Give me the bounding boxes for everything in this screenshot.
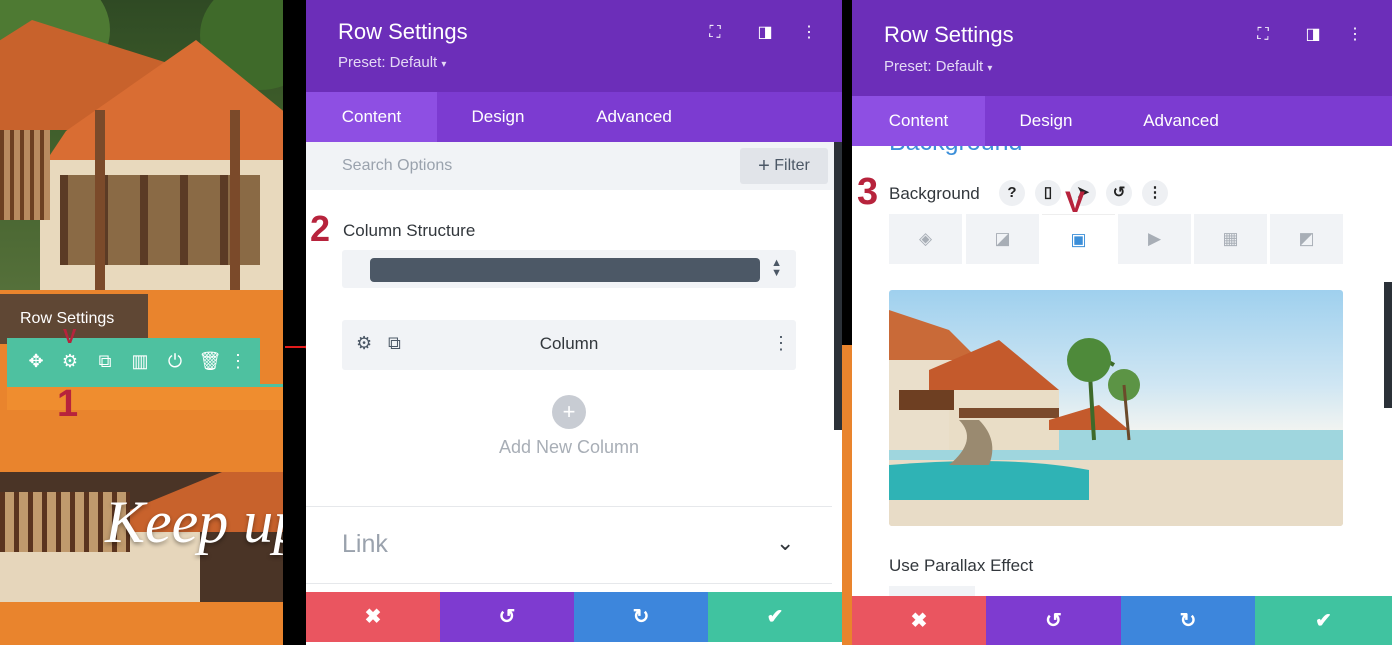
- cancel-button[interactable]: ✖: [852, 596, 986, 645]
- filter-button[interactable]: + Filter: [740, 148, 828, 184]
- reset-icon[interactable]: ↺: [1106, 180, 1132, 206]
- more-options-icon[interactable]: ⋮: [772, 333, 790, 354]
- video-icon[interactable]: ▶: [1118, 214, 1191, 264]
- annotation-step-1: 1: [57, 383, 79, 425]
- preset-selector[interactable]: Preset: Default ▾: [884, 58, 992, 75]
- modal-header: Row Settings Preset: Default ▾ ⛶ ◨ ⋮: [852, 0, 1392, 96]
- move-icon[interactable]: ✥: [23, 348, 49, 374]
- modal-header: Row Settings Preset: Default ▾ ⛶ ◨ ⋮: [306, 0, 842, 92]
- more-icon[interactable]: ⋮: [225, 348, 251, 374]
- select-arrows-icon: ▲ ▼: [771, 257, 782, 279]
- scrollbar[interactable]: [834, 142, 842, 430]
- page-preview: Row Settings ✥ ⚙ ⧉ ▥ ⏻ 🗑 ⋮ V 1 Keep up: [0, 0, 283, 645]
- color-icon[interactable]: ◈: [889, 214, 962, 264]
- annotation-step-3: 3: [857, 171, 879, 213]
- tab-advanced[interactable]: Advanced: [1107, 96, 1255, 146]
- column-structure-label: Column Structure: [343, 221, 476, 240]
- background-type-tabs: ◈ ◪ ▣ ▶ ▦ ◩: [889, 214, 1343, 264]
- chevron-down-icon[interactable]: ⌄: [776, 530, 794, 556]
- more-options-icon[interactable]: ⋮: [1344, 24, 1366, 46]
- tab-design[interactable]: Design: [437, 92, 559, 142]
- pattern-icon[interactable]: ▦: [1194, 214, 1267, 264]
- save-button[interactable]: ✔: [708, 592, 842, 642]
- link-section-title[interactable]: Link: [342, 530, 388, 559]
- modal-title: Row Settings: [884, 22, 1014, 47]
- more-options-icon[interactable]: ⋮: [798, 22, 820, 44]
- undo-button[interactable]: ↺: [986, 596, 1121, 645]
- column-structure-select[interactable]: ▲ ▼: [342, 250, 796, 288]
- tab-content[interactable]: Content: [852, 96, 985, 146]
- more-options-icon[interactable]: ⋮: [1142, 180, 1168, 206]
- mobile-icon[interactable]: ▯: [1035, 180, 1061, 206]
- split-view-icon[interactable]: ◨: [754, 22, 776, 44]
- columns-icon[interactable]: ▥: [127, 348, 153, 374]
- tab-design[interactable]: Design: [985, 96, 1107, 146]
- save-button[interactable]: ✔: [1255, 596, 1392, 645]
- search-bar: Search Options + Filter: [306, 142, 842, 190]
- column-label: Column: [539, 334, 599, 353]
- background-label: Background: [889, 184, 980, 203]
- modal-tabs: Content Design Advanced: [306, 92, 842, 142]
- row-toolbar: ✥ ⚙ ⧉ ▥ ⏻ 🗑 ⋮: [7, 338, 260, 384]
- mask-icon[interactable]: ◩: [1270, 214, 1343, 264]
- header-photo: [0, 0, 283, 290]
- modal-footer: ✖ ↺ ↻ ✔: [852, 596, 1392, 645]
- background-section-title[interactable]: Background: [889, 146, 1022, 156]
- redo-button[interactable]: ↻: [574, 592, 708, 642]
- modal-tabs: Content Design Advanced: [852, 96, 1392, 146]
- resort-image: [889, 310, 1343, 526]
- modal-title: Row Settings: [338, 19, 468, 44]
- image-icon[interactable]: ▣: [1042, 214, 1115, 264]
- fullscreen-icon[interactable]: ⛶: [1252, 24, 1274, 46]
- parallax-label: Use Parallax Effect: [889, 556, 1034, 575]
- fullscreen-icon[interactable]: ⛶: [704, 22, 726, 44]
- background-image-preview[interactable]: [889, 290, 1343, 526]
- add-column-button[interactable]: +: [552, 395, 586, 429]
- redo-button[interactable]: ↻: [1121, 596, 1255, 645]
- tab-advanced[interactable]: Advanced: [559, 92, 709, 142]
- trash-icon[interactable]: 🗑: [197, 348, 223, 374]
- search-input[interactable]: Search Options: [342, 157, 452, 175]
- hero-heading: Keep up: [105, 489, 283, 555]
- row-settings-modal-background: Row Settings Preset: Default ▾ ⛶ ◨ ⋮ Con…: [852, 0, 1392, 645]
- add-column-label[interactable]: Add New Column: [306, 437, 832, 458]
- tab-content[interactable]: Content: [306, 92, 437, 142]
- power-icon[interactable]: ⏻: [162, 348, 188, 374]
- modal-footer: ✖ ↺ ↻ ✔: [306, 592, 842, 642]
- column-item[interactable]: ⚙ ⧉ Column ⋮: [342, 320, 796, 370]
- scrollbar[interactable]: [1384, 282, 1392, 408]
- annotation-step-2: 2: [310, 208, 331, 249]
- gear-icon[interactable]: ⚙: [57, 348, 83, 374]
- row-outline: [7, 384, 283, 410]
- duplicate-icon[interactable]: ⧉: [92, 348, 118, 374]
- gradient-icon[interactable]: ◪: [966, 214, 1039, 264]
- help-icon[interactable]: ?: [999, 180, 1025, 206]
- preset-selector[interactable]: Preset: Default ▾: [338, 54, 446, 71]
- undo-button[interactable]: ↺: [440, 592, 574, 642]
- cancel-button[interactable]: ✖: [306, 592, 440, 642]
- split-view-icon[interactable]: ◨: [1302, 24, 1324, 46]
- row-settings-modal-structure: Row Settings Preset: Default ▾ ⛶ ◨ ⋮ Con…: [306, 0, 842, 645]
- annotation-check: V: [63, 326, 77, 348]
